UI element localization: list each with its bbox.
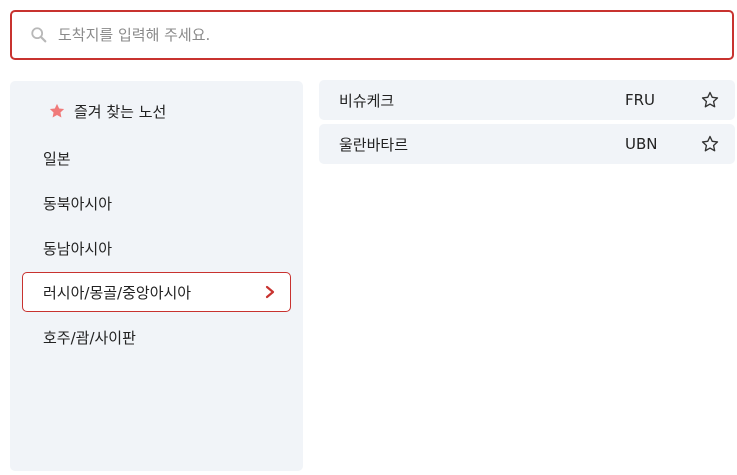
region-item-label: 호주/괌/사이판 (43, 328, 136, 347)
favorite-routes-label: 즐겨 찾는 노선 (74, 102, 167, 121)
region-item-northeast-asia[interactable]: 동북아시아 (22, 183, 291, 223)
region-sidebar: 즐겨 찾는 노선 일본 동북아시아 동남아시아 러시아/몽골/중앙아시아 호주/… (10, 81, 303, 471)
route-airport-code: UBN (625, 135, 658, 153)
search-icon (31, 27, 47, 43)
region-item-russia-mongolia-central-asia[interactable]: 러시아/몽골/중앙아시아 (22, 272, 291, 312)
chevron-right-icon (265, 285, 275, 299)
region-item-label: 러시아/몽골/중앙아시아 (43, 283, 192, 302)
region-item-southeast-asia[interactable]: 동남아시아 (22, 228, 291, 268)
route-row[interactable]: 비슈케크 FRU (319, 80, 735, 120)
region-item-japan[interactable]: 일본 (22, 138, 291, 178)
star-outline-icon[interactable] (700, 134, 720, 154)
route-row[interactable]: 울란바타르 UBN (319, 124, 735, 164)
route-city-name: 비슈케크 (339, 91, 395, 110)
favorite-routes-item[interactable]: 즐겨 찾는 노선 (48, 99, 166, 123)
region-item-label: 일본 (43, 149, 71, 168)
region-item-label: 동남아시아 (43, 239, 113, 258)
route-city-name: 울란바타르 (339, 135, 409, 154)
region-item-australia-guam-saipan[interactable]: 호주/괌/사이판 (22, 317, 291, 357)
route-airport-code: FRU (625, 91, 656, 109)
destination-search-input[interactable] (58, 20, 698, 50)
region-item-label: 동북아시아 (43, 194, 113, 213)
star-filled-icon (49, 103, 65, 118)
destination-search-box[interactable] (10, 10, 734, 60)
star-outline-icon[interactable] (700, 90, 720, 110)
